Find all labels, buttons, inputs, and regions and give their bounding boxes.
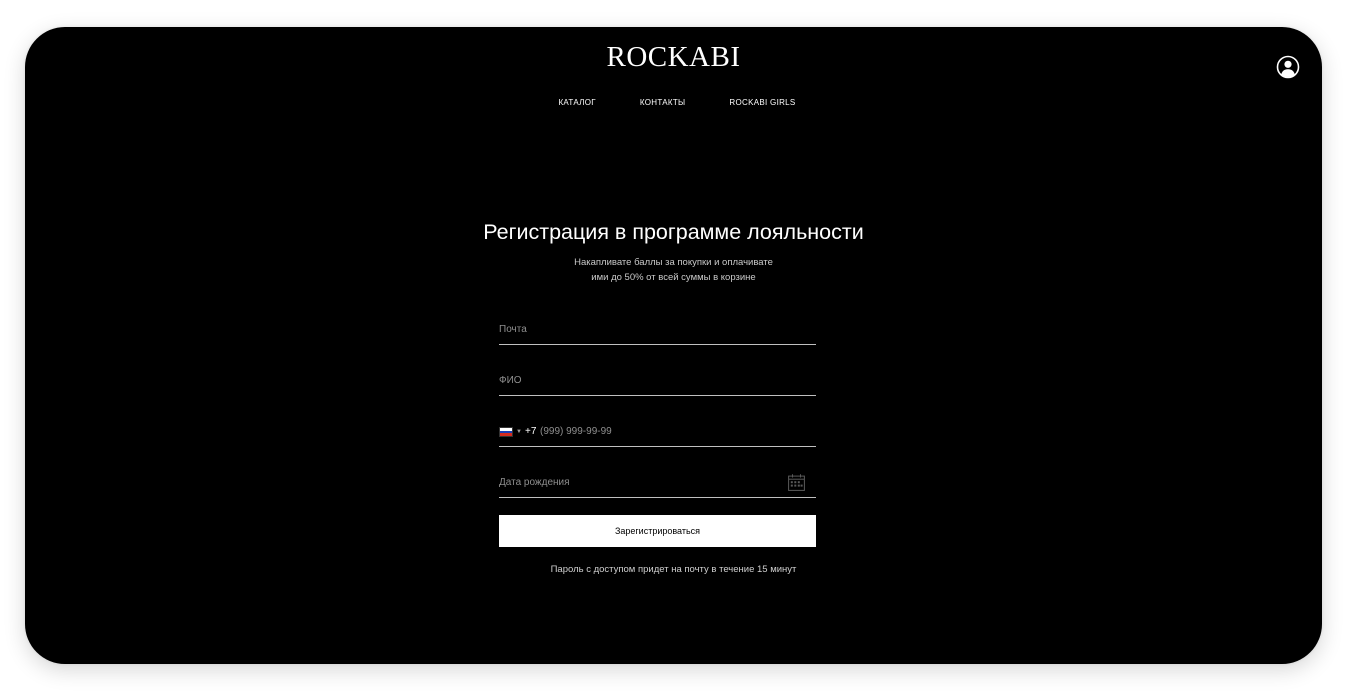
nav-item-contacts[interactable]: КОНТАКТЫ: [640, 98, 686, 107]
main-nav: КАТАЛОГ КОНТАКТЫ ROCKABI GIRLS: [25, 98, 1322, 107]
phone-field-wrapper: ▼ +7: [499, 414, 816, 447]
subtitle-line-1: Накапливате баллы за покупки и оплачиват…: [574, 257, 773, 268]
name-field-wrapper: [499, 363, 816, 396]
birthdate-field-wrapper: [499, 465, 816, 498]
password-note: Пароль с доступом придет на почту в тече…: [550, 564, 797, 575]
chevron-down-icon: ▼: [516, 429, 522, 435]
subtitle-line-2: ими до 50% от всей суммы в корзине: [591, 271, 756, 283]
nav-item-catalog[interactable]: КАТАЛОГ: [558, 98, 595, 107]
phone-field[interactable]: [540, 426, 780, 437]
email-field-wrapper: [499, 312, 816, 345]
russia-flag-icon: [499, 427, 513, 437]
calendar-icon[interactable]: [788, 474, 805, 491]
registration-form: ▼ +7 Зарегистрироваться: [499, 312, 816, 547]
register-button[interactable]: Зарегистрироваться: [499, 515, 816, 547]
user-circle-icon[interactable]: [1276, 55, 1300, 79]
page-subtitle: Накапливате баллы за покупки и оплачиват…: [25, 256, 1322, 285]
logo[interactable]: ROCKABI: [25, 41, 1322, 74]
phone-country-code: +7: [525, 426, 537, 437]
country-selector[interactable]: ▼: [499, 427, 522, 437]
app-window: ROCKABI КАТАЛОГ КОНТАКТЫ ROCKABI GIRLS Р…: [25, 27, 1322, 664]
email-field[interactable]: [499, 324, 779, 335]
full-name-field[interactable]: [499, 375, 779, 386]
page-title: Регистрация в программе лояльности: [483, 220, 864, 244]
nav-item-rockabi-girls[interactable]: ROCKABI GIRLS: [729, 98, 795, 107]
birthdate-field[interactable]: [499, 477, 779, 488]
